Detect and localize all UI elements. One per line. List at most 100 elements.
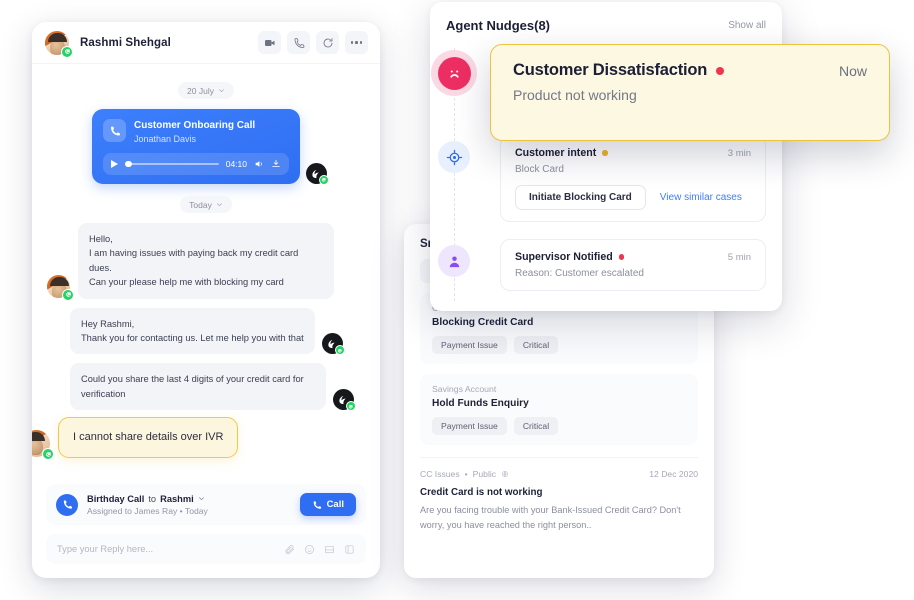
card-tag[interactable]: Critical bbox=[514, 417, 558, 435]
message-bubble: Could you share the last 4 digits of you… bbox=[70, 363, 326, 410]
note-icon[interactable] bbox=[344, 544, 355, 555]
knowledge-article[interactable]: CC Issues • Public 12 Dec 2020 Credit Ca… bbox=[420, 457, 698, 532]
article-body: Are you facing trouble with your Bank-Is… bbox=[420, 503, 698, 532]
emoji-icon[interactable] bbox=[304, 544, 315, 555]
view-similar-cases-link[interactable]: View similar cases bbox=[660, 192, 742, 203]
template-icon[interactable] bbox=[324, 544, 335, 555]
nudge-time: Now bbox=[839, 63, 867, 79]
agent-avatar bbox=[306, 163, 327, 184]
refresh-icon[interactable] bbox=[316, 31, 339, 54]
chat-header-actions bbox=[258, 31, 368, 54]
article-source: CC Issues bbox=[420, 469, 460, 479]
card-category: Savings Account bbox=[432, 384, 686, 394]
call-icon bbox=[103, 119, 126, 142]
reply-input-placeholder[interactable]: Type your Reply here... bbox=[57, 544, 276, 554]
nudge-subtitle: Product not working bbox=[513, 87, 867, 103]
status-dot bbox=[602, 150, 608, 156]
meta-separator: • bbox=[465, 469, 468, 479]
chat-header: Rashmi Shehgal bbox=[32, 22, 380, 64]
date-chip-label: Today bbox=[189, 200, 212, 210]
person-icon bbox=[438, 245, 470, 277]
date-chip[interactable]: Today bbox=[180, 196, 232, 213]
call-icon bbox=[312, 500, 322, 510]
message-row-highlighted: I cannot share details over IVR bbox=[32, 417, 366, 458]
whatsapp-badge-icon bbox=[61, 46, 73, 58]
whatsapp-badge-icon bbox=[346, 401, 356, 411]
globe-icon bbox=[501, 470, 509, 478]
call-recording-row: Customer Onboaring Call Jonathan Davis 0… bbox=[46, 109, 366, 184]
date-divider-first: 20 July bbox=[46, 82, 366, 99]
date-divider-second: Today bbox=[46, 196, 366, 213]
customer-avatar bbox=[46, 274, 71, 299]
target-icon bbox=[438, 141, 470, 173]
nudge-card-supervisor-notified[interactable]: Supervisor Notified 5 min Reason: Custom… bbox=[500, 239, 766, 291]
contact-name: Rashmi Shehgal bbox=[80, 37, 171, 49]
card-tag[interactable]: Payment Issue bbox=[432, 417, 507, 435]
chevron-down-icon[interactable] bbox=[198, 495, 205, 502]
card-tag[interactable]: Critical bbox=[514, 336, 558, 354]
call-strip-title: Birthday Call to Rashmi bbox=[87, 494, 208, 504]
chevron-down-icon bbox=[216, 201, 223, 208]
call-type-label: Birthday Call bbox=[87, 494, 144, 504]
card-title: Hold Funds Enquiry bbox=[432, 398, 686, 409]
date-chip[interactable]: 20 July bbox=[178, 82, 234, 99]
video-icon[interactable] bbox=[258, 31, 281, 54]
customer-avatar bbox=[32, 429, 51, 458]
audio-progress-track[interactable] bbox=[125, 163, 219, 165]
whatsapp-badge-icon bbox=[335, 345, 345, 355]
message-row: Hello, I am having issues with paying ba… bbox=[46, 223, 366, 299]
card-title: Blocking Credit Card bbox=[432, 317, 686, 328]
call-strip-mid: to bbox=[148, 494, 156, 504]
call-card-subtitle: Jonathan Davis bbox=[134, 134, 255, 144]
message-bubble-highlighted: I cannot share details over IVR bbox=[58, 417, 238, 458]
nudge-time: 3 min bbox=[728, 148, 751, 159]
nudge-time: 5 min bbox=[728, 252, 751, 263]
nudge-subtitle: Block Card bbox=[515, 164, 751, 175]
more-icon[interactable] bbox=[345, 31, 368, 54]
whatsapp-badge-icon bbox=[42, 448, 54, 460]
smart-card-item[interactable]: Savings Account Hold Funds Enquiry Payme… bbox=[420, 374, 698, 445]
call-target-label: Rashmi bbox=[160, 494, 194, 504]
agent-avatar bbox=[322, 333, 343, 354]
chevron-down-icon bbox=[218, 87, 225, 94]
agent-avatar bbox=[333, 389, 354, 410]
message-row: Hey Rashmi, Thank you for contacting us.… bbox=[46, 308, 366, 355]
download-icon[interactable] bbox=[271, 159, 281, 169]
status-dot bbox=[619, 254, 625, 260]
article-visibility: Public bbox=[473, 469, 496, 479]
avatar bbox=[44, 30, 70, 56]
call-button[interactable]: Call bbox=[300, 493, 356, 516]
whatsapp-badge-icon bbox=[319, 175, 329, 185]
initiate-blocking-card-button[interactable]: Initiate Blocking Card bbox=[515, 185, 646, 210]
message-bubble: Hello, I am having issues with paying ba… bbox=[78, 223, 334, 299]
nudge-card-customer-intent[interactable]: Customer intent 3 min Block Card Initiat… bbox=[500, 135, 766, 222]
article-title: Credit Card is not working bbox=[420, 487, 698, 498]
nudges-header: Agent Nudges(8) Show all bbox=[430, 18, 766, 33]
card-tag[interactable]: Payment Issue bbox=[432, 336, 507, 354]
show-all-link[interactable]: Show all bbox=[728, 20, 766, 31]
call-card-title: Customer Onboaring Call bbox=[134, 119, 255, 132]
phone-icon[interactable] bbox=[287, 31, 310, 54]
chat-message-list: 20 July Customer Onboaring Call Jonathan… bbox=[32, 64, 380, 484]
nudge-subtitle: Reason: Customer escalated bbox=[515, 268, 751, 279]
play-icon[interactable] bbox=[111, 160, 118, 168]
volume-icon[interactable] bbox=[254, 159, 264, 169]
card-tags: Payment Issue Critical bbox=[432, 417, 686, 435]
status-dot bbox=[716, 67, 724, 75]
scheduled-call-strip: Birthday Call to Rashmi Assigned to Jame… bbox=[46, 484, 366, 525]
nudge-card-customer-dissatisfaction[interactable]: Customer Dissatisfaction Now Product not… bbox=[490, 44, 890, 141]
attachment-icon[interactable] bbox=[284, 544, 295, 555]
audio-player[interactable]: 04:10 bbox=[103, 153, 289, 175]
card-tags: Payment Issue Critical bbox=[432, 336, 686, 354]
nudges-title: Agent Nudges(8) bbox=[446, 18, 550, 33]
reply-toolbar bbox=[284, 544, 355, 555]
reply-bar[interactable]: Type your Reply here... bbox=[46, 534, 366, 564]
article-date: 12 Dec 2020 bbox=[649, 469, 698, 479]
nudge-title: Customer intent bbox=[515, 147, 596, 159]
nudge-title: Customer Dissatisfaction bbox=[513, 61, 707, 80]
article-meta: CC Issues • Public 12 Dec 2020 bbox=[420, 469, 698, 479]
message-bubble: Hey Rashmi, Thank you for contacting us.… bbox=[70, 308, 315, 355]
call-recording-card[interactable]: Customer Onboaring Call Jonathan Davis 0… bbox=[92, 109, 300, 184]
audio-duration: 04:10 bbox=[226, 159, 247, 169]
call-icon bbox=[56, 494, 78, 516]
